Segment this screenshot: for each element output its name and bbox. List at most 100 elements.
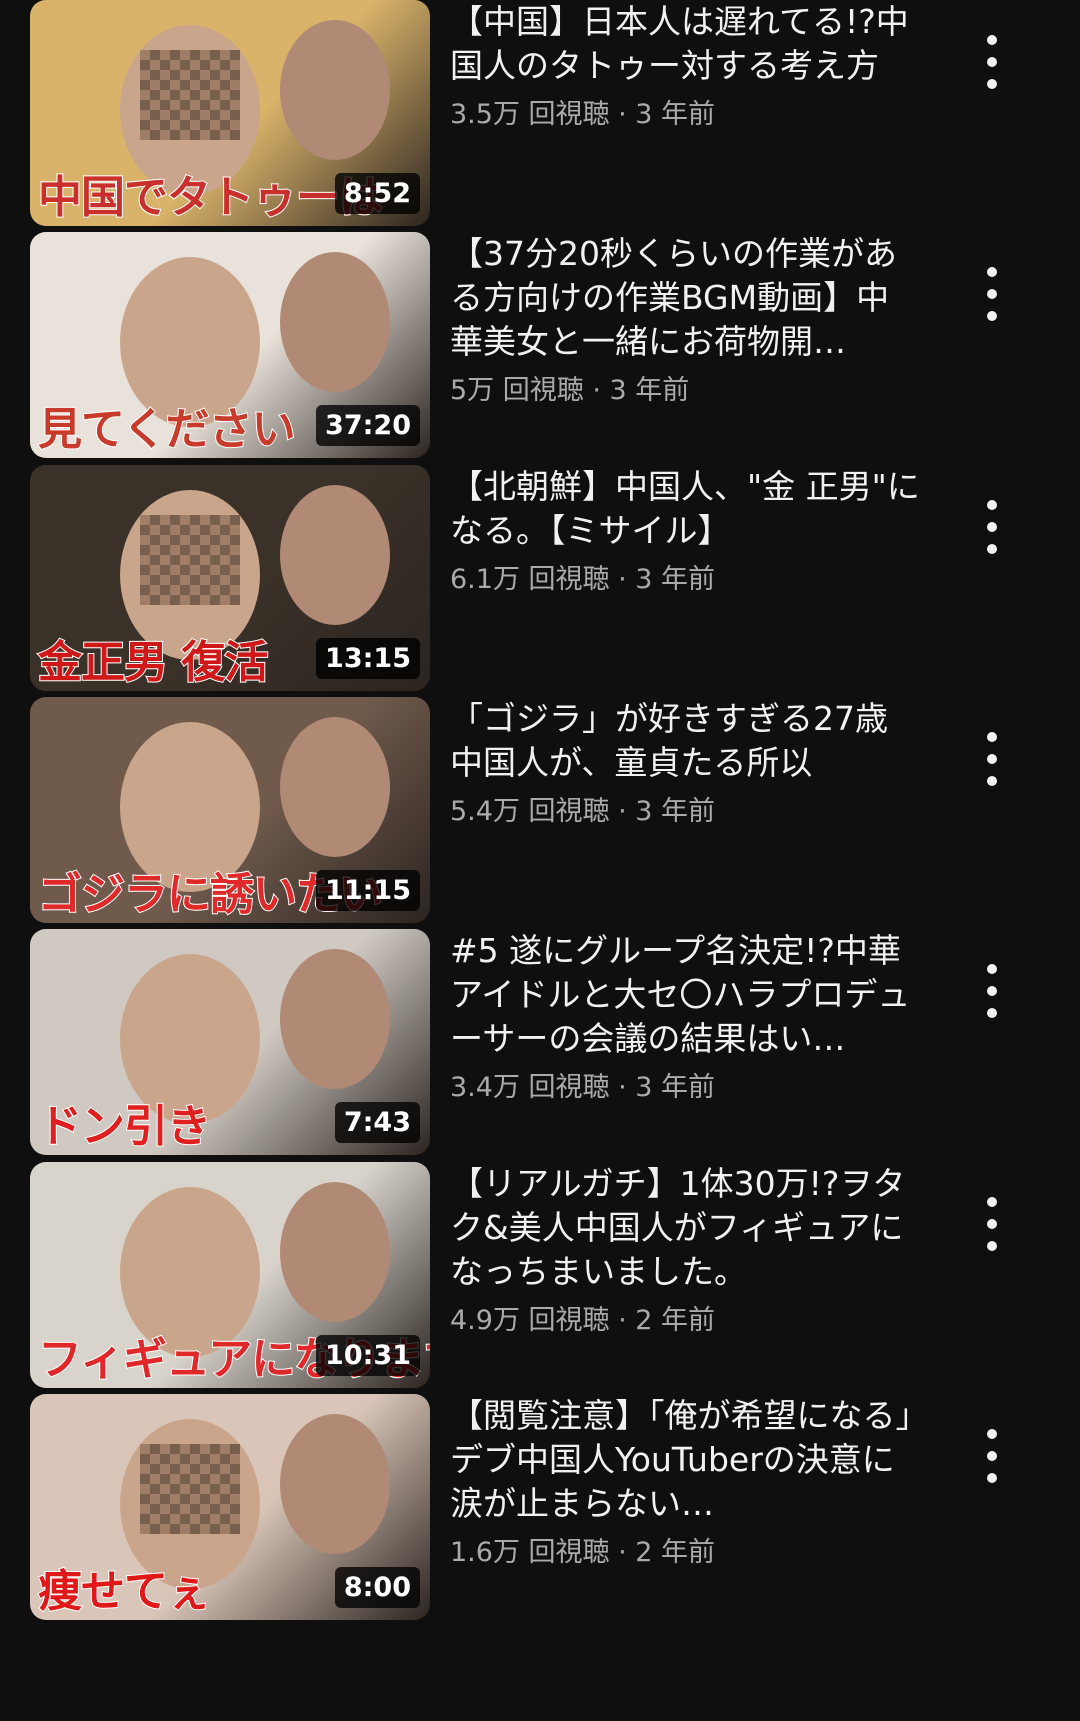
video-thumbnail[interactable]: ドン引き 7:43 xyxy=(30,929,430,1155)
person-figure xyxy=(280,717,390,857)
video-item[interactable]: ゴジラに誘いたい 11:15 「ゴジラ」が好きすぎる27歳中国人が、童貞たる所以 5.… xyxy=(0,697,1080,927)
meta-separator: · xyxy=(583,375,610,406)
duration-badge: 7:43 xyxy=(334,1102,420,1143)
menu-dot xyxy=(987,732,997,742)
upload-age: 3 年前 xyxy=(609,375,690,406)
person-figure xyxy=(280,1414,390,1554)
person-figure xyxy=(280,252,390,392)
pixelated-area xyxy=(140,1444,240,1534)
video-info: #5 遂にグループ名決定!?中華アイドルと大セ〇ハラプロデューサーの会議の結果は… xyxy=(450,929,920,1104)
menu-dot xyxy=(987,57,997,67)
video-list: 中国でタトゥーは 8:52 【中国】日本人は遅れてる!?中国人のタトゥー対する考え方… xyxy=(0,0,1080,1721)
video-title[interactable]: 【北朝鮮】中国人、"金 正男"になる。【ミサイル】 xyxy=(450,465,920,553)
upload-age: 2 年前 xyxy=(635,1537,716,1568)
thumbnail-caption: 痩せてぇ xyxy=(37,1566,212,1617)
view-count: 3.4万 回視聴 xyxy=(450,1072,610,1103)
duration-badge: 11:15 xyxy=(316,870,420,911)
more-options-icon[interactable] xyxy=(970,35,1014,95)
video-title[interactable]: 【閲覧注意】「俺が希望になる」デブ中国人YouTuberの決意に涙が止まらない… xyxy=(450,1394,920,1526)
meta-separator: · xyxy=(609,796,636,827)
video-info: 【37分20秒くらいの作業がある方向けの作業BGM動画】中華美女と一緒にお荷物開… xyxy=(450,232,920,407)
video-item[interactable]: フィギュアになります 10:31 【リアルガチ】1体30万!?ヲタク&美人中国人がフ… xyxy=(0,1162,1080,1392)
menu-dot xyxy=(987,79,997,89)
video-item[interactable]: ドン引き 7:43 #5 遂にグループ名決定!?中華アイドルと大セ〇ハラプロデューサ… xyxy=(0,929,1080,1159)
person-figure xyxy=(120,722,260,892)
meta-separator: · xyxy=(609,1305,636,1336)
video-thumbnail[interactable]: 金正男 復活 13:15 xyxy=(30,465,430,691)
duration-badge: 8:52 xyxy=(334,173,420,214)
menu-dot xyxy=(987,1451,997,1461)
video-info: 【閲覧注意】「俺が希望になる」デブ中国人YouTuberの決意に涙が止まらない…… xyxy=(450,1394,920,1569)
video-title[interactable]: 【中国】日本人は遅れてる!?中国人のタトゥー対する考え方 xyxy=(450,0,920,88)
more-options-icon[interactable] xyxy=(970,964,1014,1024)
meta-separator: · xyxy=(609,564,636,595)
menu-dot xyxy=(987,986,997,996)
view-count: 3.5万 回視聴 xyxy=(450,99,610,130)
duration-badge: 8:00 xyxy=(334,1567,420,1608)
video-item[interactable]: 金正男 復活 13:15 【北朝鮮】中国人、"金 正男"になる。【ミサイル】 6.1万… xyxy=(0,465,1080,695)
menu-dot xyxy=(987,522,997,532)
upload-age: 3 年前 xyxy=(635,99,716,130)
video-title[interactable]: 【リアルガチ】1体30万!?ヲタク&美人中国人がフィギュアになっちまいました。 xyxy=(450,1162,920,1294)
person-figure xyxy=(280,20,390,160)
menu-dot xyxy=(987,311,997,321)
video-item[interactable]: 見てください 37:20 【37分20秒くらいの作業がある方向けの作業BGM動画】中… xyxy=(0,232,1080,462)
more-options-icon[interactable] xyxy=(970,267,1014,327)
view-count: 5万 回視聴 xyxy=(450,375,584,406)
duration-badge: 13:15 xyxy=(316,638,420,679)
video-item[interactable]: 痩せてぇ 8:00 【閲覧注意】「俺が希望になる」デブ中国人YouTuberの決意に… xyxy=(0,1394,1080,1624)
menu-dot xyxy=(987,289,997,299)
menu-dot xyxy=(987,544,997,554)
video-thumbnail[interactable]: フィギュアになります 10:31 xyxy=(30,1162,430,1388)
more-options-icon[interactable] xyxy=(970,1197,1014,1257)
video-thumbnail[interactable]: 見てください 37:20 xyxy=(30,232,430,458)
video-meta: 5万 回視聴 · 3 年前 xyxy=(450,368,920,407)
video-item[interactable]: 中国でタトゥーは 8:52 【中国】日本人は遅れてる!?中国人のタトゥー対する考え方… xyxy=(0,0,1080,230)
thumbnail-caption: 金正男 復活 xyxy=(37,637,269,688)
view-count: 5.4万 回視聴 xyxy=(450,796,610,827)
video-meta: 1.6万 回視聴 · 2 年前 xyxy=(450,1530,920,1569)
video-meta: 6.1万 回視聴 · 3 年前 xyxy=(450,557,920,596)
video-title[interactable]: 「ゴジラ」が好きすぎる27歳中国人が、童貞たる所以 xyxy=(450,697,920,785)
thumbnail-caption: 見てください xyxy=(37,404,297,455)
more-options-icon[interactable] xyxy=(970,1429,1014,1489)
video-info: 「ゴジラ」が好きすぎる27歳中国人が、童貞たる所以 5.4万 回視聴 · 3 年前 xyxy=(450,697,920,828)
person-figure xyxy=(280,949,390,1089)
meta-separator: · xyxy=(609,1072,636,1103)
video-thumbnail[interactable]: 中国でタトゥーは 8:52 xyxy=(30,0,430,226)
duration-badge: 10:31 xyxy=(316,1335,420,1376)
person-figure xyxy=(120,1187,260,1357)
video-thumbnail[interactable]: 痩せてぇ 8:00 xyxy=(30,1394,430,1620)
view-count: 1.6万 回視聴 xyxy=(450,1537,610,1568)
more-options-icon[interactable] xyxy=(970,732,1014,792)
more-options-icon[interactable] xyxy=(970,500,1014,560)
person-figure xyxy=(120,257,260,427)
video-meta: 5.4万 回視聴 · 3 年前 xyxy=(450,789,920,828)
meta-separator: · xyxy=(609,1537,636,1568)
video-info: 【北朝鮮】中国人、"金 正男"になる。【ミサイル】 6.1万 回視聴 · 3 年前 xyxy=(450,465,920,596)
person-figure xyxy=(120,954,260,1124)
video-thumbnail[interactable]: ゴジラに誘いたい 11:15 xyxy=(30,697,430,923)
menu-dot xyxy=(987,1219,997,1229)
video-title[interactable]: 【37分20秒くらいの作業がある方向けの作業BGM動画】中華美女と一緒にお荷物開… xyxy=(450,232,920,364)
pixelated-area xyxy=(140,50,240,140)
thumbnail-caption: 中国でタトゥーは xyxy=(37,172,384,223)
upload-age: 3 年前 xyxy=(635,1072,716,1103)
menu-dot xyxy=(987,1008,997,1018)
view-count: 6.1万 回視聴 xyxy=(450,564,610,595)
upload-age: 3 年前 xyxy=(635,564,716,595)
menu-dot xyxy=(987,1473,997,1483)
menu-dot xyxy=(987,267,997,277)
video-info: 【中国】日本人は遅れてる!?中国人のタトゥー対する考え方 3.5万 回視聴 · 3… xyxy=(450,0,920,131)
video-meta: 4.9万 回視聴 · 2 年前 xyxy=(450,1298,920,1337)
menu-dot xyxy=(987,964,997,974)
video-meta: 3.5万 回視聴 · 3 年前 xyxy=(450,92,920,131)
thumbnail-caption: ドン引き xyxy=(37,1101,212,1152)
view-count: 4.9万 回視聴 xyxy=(450,1305,610,1336)
video-title[interactable]: #5 遂にグループ名決定!?中華アイドルと大セ〇ハラプロデューサーの会議の結果は… xyxy=(450,929,920,1061)
menu-dot xyxy=(987,35,997,45)
meta-separator: · xyxy=(609,99,636,130)
menu-dot xyxy=(987,776,997,786)
pixelated-area xyxy=(140,515,240,605)
duration-badge: 37:20 xyxy=(316,405,420,446)
